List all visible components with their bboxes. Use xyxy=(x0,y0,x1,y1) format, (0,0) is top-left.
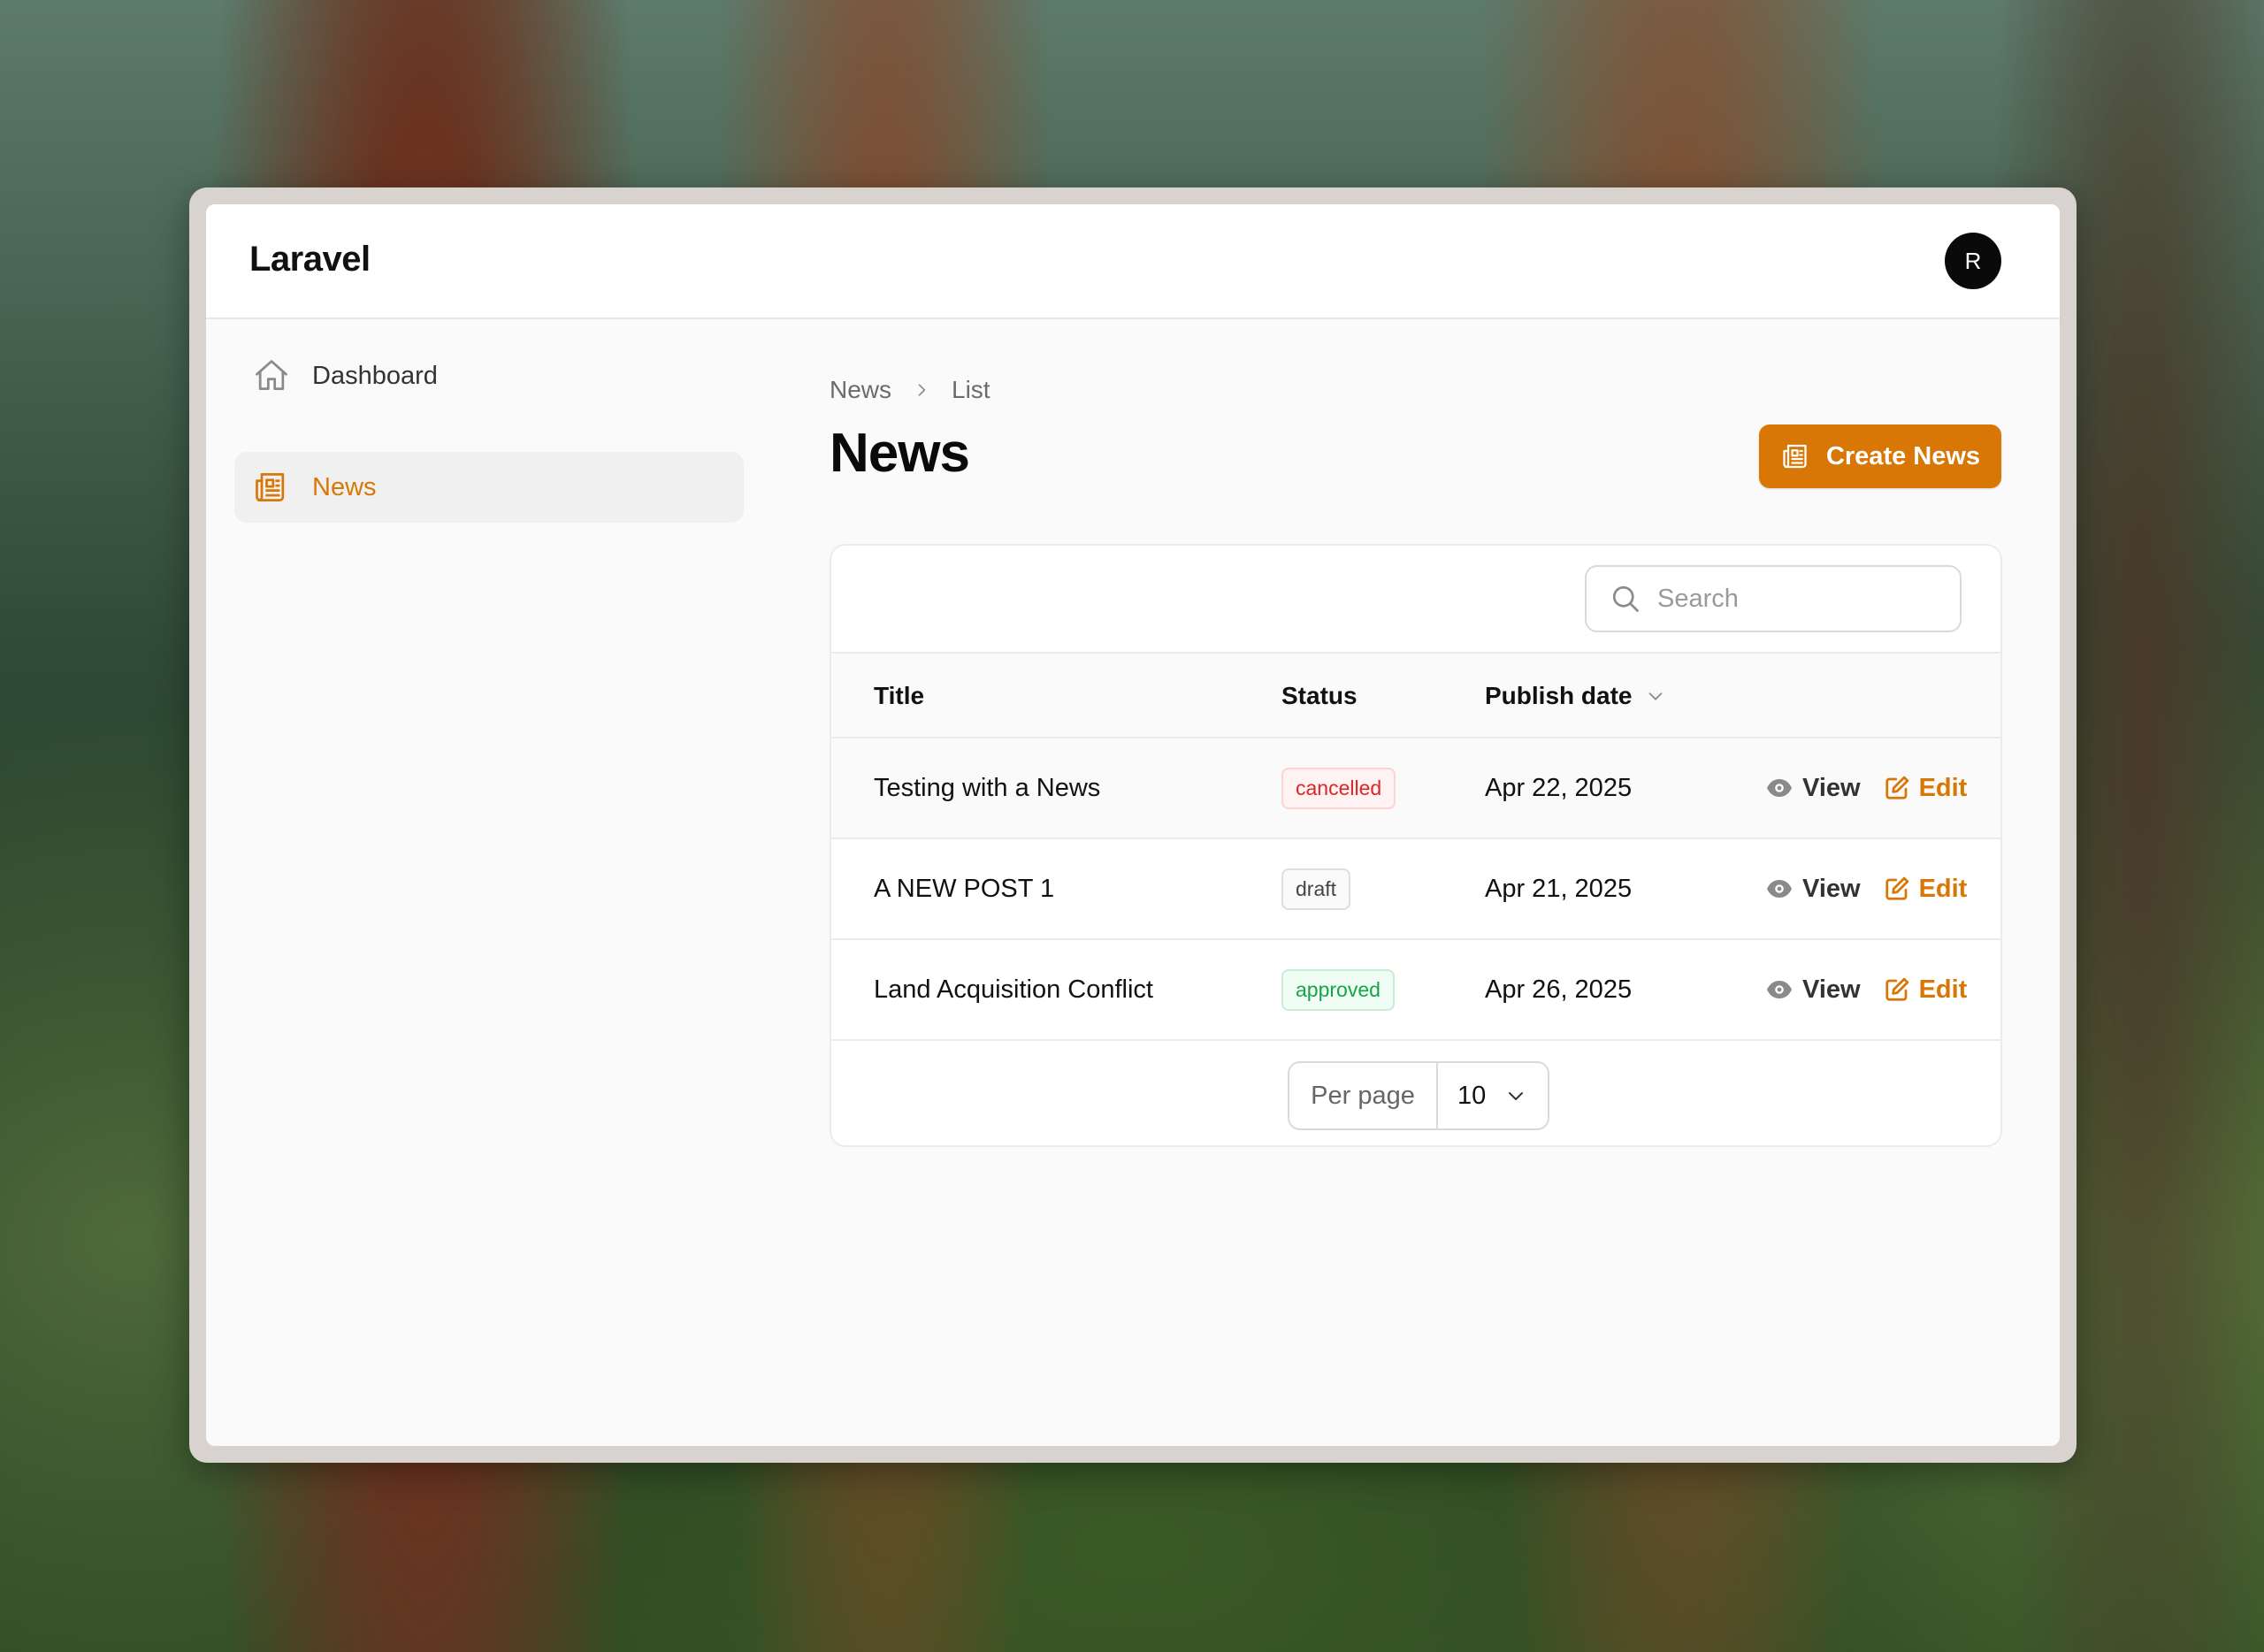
news-table: Title Status Publish date Testing with a… xyxy=(830,544,2002,1147)
search-input[interactable] xyxy=(1657,584,1940,614)
edit-icon xyxy=(1884,976,1910,1003)
table-row: Testing with a News cancelled Apr 22, 20… xyxy=(831,738,2000,839)
edit-label: Edit xyxy=(1918,874,1968,903)
edit-button[interactable]: Edit xyxy=(1884,773,1968,803)
edit-button[interactable]: Edit xyxy=(1884,874,1968,904)
row-actions: View Edit xyxy=(1765,839,1967,938)
column-header-title: Title xyxy=(874,682,925,709)
home-icon xyxy=(250,355,293,397)
status-cell: approved xyxy=(1281,940,1395,1039)
status-badge: cancelled xyxy=(1281,767,1396,809)
view-button[interactable]: View xyxy=(1765,774,1861,803)
view-button[interactable]: View xyxy=(1765,875,1861,904)
view-label: View xyxy=(1802,874,1861,903)
per-page-control: Per page 10 xyxy=(1288,1061,1549,1130)
sidebar-item-dashboard[interactable]: Dashboard xyxy=(234,340,744,411)
status-badge: draft xyxy=(1281,868,1351,910)
table-header: Title Status Publish date xyxy=(831,652,2000,738)
chevron-down-icon xyxy=(1646,686,1665,706)
newspaper-icon xyxy=(250,466,293,509)
eye-icon xyxy=(1765,875,1794,903)
per-page-select[interactable]: 10 xyxy=(1438,1063,1548,1128)
table-row: Land Acquisition Conflict approved Apr 2… xyxy=(831,940,2000,1041)
view-label: View xyxy=(1802,975,1861,1004)
row-title: Land Acquisition Conflict xyxy=(874,975,1153,1004)
search-icon xyxy=(1610,583,1641,615)
edit-icon xyxy=(1884,876,1910,902)
row-actions: View Edit xyxy=(1765,940,1967,1039)
breadcrumb-current: List xyxy=(952,376,990,403)
breadcrumb: News List xyxy=(830,376,990,404)
row-actions: View Edit xyxy=(1765,738,1967,837)
status-cell: cancelled xyxy=(1281,738,1396,837)
chevron-down-icon xyxy=(1505,1085,1526,1106)
user-avatar[interactable]: R xyxy=(1945,233,2001,289)
breadcrumb-parent[interactable]: News xyxy=(830,376,891,404)
row-date: Apr 22, 2025 xyxy=(1485,773,1633,802)
edit-label: Edit xyxy=(1918,975,1968,1004)
edit-button[interactable]: Edit xyxy=(1884,975,1968,1005)
search-field[interactable] xyxy=(1585,565,1962,632)
sidebar-item-label: Dashboard xyxy=(312,361,438,390)
view-label: View xyxy=(1802,773,1861,802)
eye-icon xyxy=(1765,975,1794,1004)
row-title: A NEW POST 1 xyxy=(874,874,1055,903)
app-window: Laravel R Dashboard News News List News … xyxy=(206,204,2060,1446)
brand-logo[interactable]: Laravel xyxy=(249,240,371,279)
per-page-value: 10 xyxy=(1457,1081,1487,1110)
edit-label: Edit xyxy=(1918,773,1968,802)
create-news-button[interactable]: Create News xyxy=(1759,424,2001,488)
top-bar: Laravel R xyxy=(206,204,2060,319)
row-date: Apr 26, 2025 xyxy=(1485,975,1633,1004)
sidebar-item-label: News xyxy=(312,472,377,501)
status-cell: draft xyxy=(1281,839,1351,938)
row-title: Testing with a News xyxy=(874,773,1101,802)
view-button[interactable]: View xyxy=(1765,975,1861,1005)
chevron-right-icon xyxy=(913,381,930,399)
column-header-publish-date[interactable]: Publish date xyxy=(1485,682,1665,710)
sidebar-item-news[interactable]: News xyxy=(234,452,744,523)
per-page-label: Per page xyxy=(1289,1063,1438,1128)
row-date: Apr 21, 2025 xyxy=(1485,874,1633,903)
edit-icon xyxy=(1884,775,1910,801)
newspaper-icon xyxy=(1780,440,1812,472)
status-badge: approved xyxy=(1281,968,1395,1011)
table-row: A NEW POST 1 draft Apr 21, 2025 View Edi… xyxy=(831,839,2000,940)
column-header-label: Publish date xyxy=(1485,682,1633,709)
column-header-status: Status xyxy=(1281,682,1358,709)
eye-icon xyxy=(1765,774,1794,802)
create-news-label: Create News xyxy=(1825,441,1981,470)
page-title: News xyxy=(830,423,970,484)
